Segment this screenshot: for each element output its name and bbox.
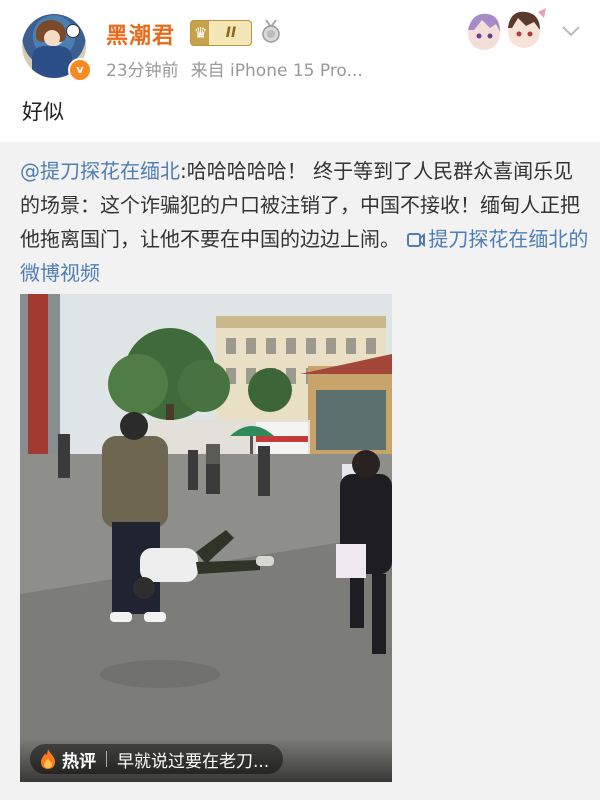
level-label: II: [225, 25, 237, 41]
hot-comment-divider: [106, 751, 107, 767]
video-thumbnail[interactable]: 热评 早就说过要在老刀...: [20, 294, 392, 782]
medal-icon[interactable]: [258, 18, 284, 44]
video-scene: [20, 294, 392, 782]
video-link-icon: [407, 233, 426, 247]
repost-card[interactable]: @提刀探花在缅北:哈哈哈哈哈！ 终于等到了人民群众喜闻乐见的场景：这个诈骗犯的户…: [0, 142, 600, 800]
hot-comment-bar: 热评 早就说过要在老刀...: [20, 738, 392, 782]
post-meta: 23分钟前 来自 iPhone 15 Pro...: [106, 56, 363, 81]
chevron-down-icon[interactable]: [560, 20, 582, 42]
weibo-post: v 黑潮君 ♛ II 23分钟前 来自 iPhone 15 Pro... 好似 …: [0, 0, 600, 800]
post-source: 来自 iPhone 15 Pro...: [190, 61, 363, 81]
member-level-badge[interactable]: ♛ II: [190, 20, 252, 46]
flame-icon: [41, 749, 55, 769]
mention-link[interactable]: @提刀探花在缅北: [20, 159, 180, 183]
username[interactable]: 黑潮君: [106, 18, 175, 50]
hot-comment-text: 早就说过要在老刀...: [117, 751, 270, 772]
crown-icon: ♛: [194, 24, 208, 42]
repost-text: @提刀探花在缅北:哈哈哈哈哈！ 终于等到了人民群众喜闻乐见的场景：这个诈骗犯的户…: [20, 154, 590, 290]
post-header: v 黑潮君 ♛ II 23分钟前 来自 iPhone 15 Pro... 好似: [0, 0, 600, 140]
hot-comment-label: 热评: [62, 751, 96, 772]
post-time: 23分钟前: [106, 61, 179, 81]
post-text: 好似: [22, 100, 64, 124]
anime-sticker-icon: [468, 8, 546, 50]
verified-badge: v: [68, 58, 92, 82]
hot-comment-pill[interactable]: 热评 早就说过要在老刀...: [30, 744, 284, 774]
